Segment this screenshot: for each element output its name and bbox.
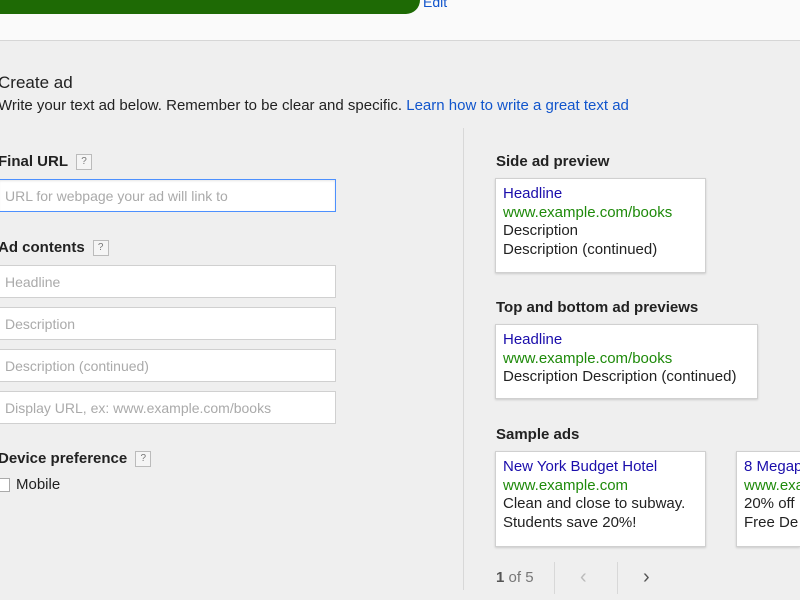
ad-headline: Headline [503, 185, 563, 202]
column-divider [463, 128, 464, 590]
device-preference-label-text: Device preference [0, 450, 128, 467]
mobile-checkbox[interactable] [0, 478, 10, 492]
headline-input[interactable] [0, 265, 336, 298]
pager-divider [554, 562, 555, 594]
ad-description: Description Description (continued) [503, 368, 737, 385]
ad-url: www.example.com/books [503, 203, 673, 221]
pager-current: 1 [496, 569, 505, 586]
ad-contents-label-text: Ad contents [0, 239, 85, 256]
pager-count: 1 of 5 [496, 569, 534, 586]
side-ad-preview: Headline www.example.com/books Descripti… [495, 178, 706, 273]
ad-headline: New York Budget Hotel [503, 458, 658, 475]
ad-url: www.example.com/books [503, 349, 673, 367]
help-icon[interactable]: ? [76, 154, 92, 171]
ad-description: Description [503, 222, 579, 239]
page-title: Create ad [0, 73, 73, 92]
ad-headline: 8 Megap [744, 458, 800, 475]
pager-divider [617, 562, 618, 594]
top-bottom-preview-title: Top and bottom ad previews [496, 299, 699, 316]
side-preview-title: Side ad preview [496, 153, 610, 170]
ad-contents-label: Ad contents? [0, 239, 109, 257]
description2-input[interactable] [0, 349, 336, 382]
ad-description-continued: Description (continued) [503, 240, 658, 258]
final-url-input[interactable] [0, 179, 336, 212]
ad-description: Clean and close to subway. [503, 495, 686, 512]
sample-ad-card: New York Budget Hotel www.example.com Cl… [495, 451, 706, 547]
ad-headline: Headline [503, 331, 563, 348]
description-input[interactable] [0, 307, 336, 340]
intro-text: Write your text ad below. Remember to be… [0, 97, 629, 114]
ad-description-continued: Free De [744, 513, 799, 531]
ad-url: www.exa [744, 476, 800, 494]
campaign-progress-bar [0, 0, 420, 14]
top-strip: Edit [0, 0, 800, 41]
help-icon[interactable]: ? [135, 451, 152, 468]
chevron-left-icon[interactable]: ‹ [580, 566, 587, 589]
final-url-label: Final URL? [0, 153, 92, 171]
sample-ads-title: Sample ads [496, 426, 580, 443]
sample-ad-card: 8 Megap www.exa 20% off Free De [736, 451, 800, 547]
ad-url: www.example.com [503, 476, 629, 494]
help-icon[interactable]: ? [92, 240, 109, 257]
mobile-label: Mobile [16, 476, 61, 493]
pager-total: of 5 [508, 569, 534, 586]
final-url-label-text: Final URL [0, 153, 68, 170]
display-url-input[interactable] [0, 391, 336, 424]
ad-description: 20% off [744, 495, 795, 512]
learn-more-link[interactable]: Learn how to write a great text ad [406, 97, 629, 114]
top-bottom-ad-preview: Headline www.example.com/books Descripti… [495, 324, 758, 399]
chevron-right-icon[interactable]: › [643, 566, 650, 589]
device-preference-label: Device preference? [0, 450, 152, 468]
intro-sentence: Write your text ad below. Remember to be… [0, 97, 403, 114]
edit-link[interactable]: Edit [423, 0, 447, 10]
ad-description-continued: Students save 20%! [503, 513, 637, 531]
